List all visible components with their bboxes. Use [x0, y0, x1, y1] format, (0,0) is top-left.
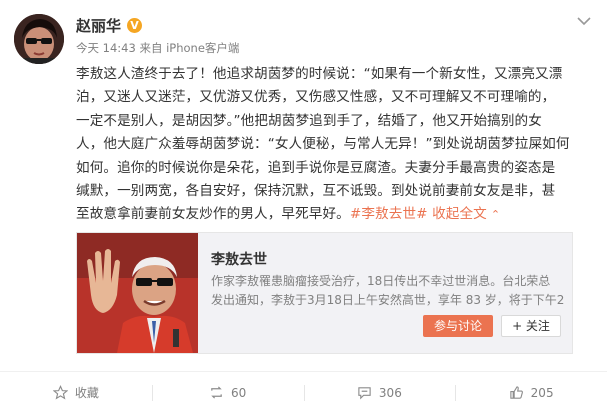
card-image[interactable]: [77, 233, 198, 353]
thumbs-up-icon: [509, 386, 523, 399]
post-text-line: 至故意拿前妻前女友炒作的男人，早死早好。: [76, 206, 350, 223]
card-description: 作家李敖罹患脑瘤接受治疗，18日传出不幸过世消息。台北荣总 发出通知，李敖于3月…: [211, 272, 565, 309]
action-bar: 收藏 60 306 205: [0, 372, 607, 413]
post-text-last-line: 至故意拿前妻前女友炒作的男人，早死早好。#李敖去世# 收起全文 ⌃: [76, 203, 586, 226]
card-desc-line: 作家李敖罹患脑瘤接受治疗，18日传出不幸过世消息。台北荣总: [211, 274, 551, 288]
post-header: 赵丽华 V 今天 14:43 来自 iPhone客户端: [76, 15, 567, 56]
comment-icon: [358, 387, 371, 400]
post-meta: 今天 14:43 来自 iPhone客户端: [76, 41, 240, 55]
favorite-label: 收藏: [74, 386, 99, 400]
like-button[interactable]: 205: [455, 372, 607, 413]
chevron-up-icon[interactable]: ⌃: [491, 203, 500, 226]
post-text-line: 人，他大庭广众羞辱胡茵梦说：“女人便秘，与常人无异！”到处说胡茵梦拉屎如何: [76, 136, 570, 153]
author-name[interactable]: 赵丽华: [76, 15, 121, 36]
like-count: 205: [530, 385, 554, 400]
verified-badge: V: [127, 17, 143, 33]
post-text-line: 李敖这人渣终于去了！他追求胡茵梦的时候说：“如果有一个新女性，又漂亮又漂: [76, 66, 563, 82]
repost-icon: [211, 386, 222, 399]
post-text: 李敖这人渣终于去了！他追求胡茵梦的时候说：“如果有一个新女性，又漂亮又漂 泊，又…: [76, 63, 586, 227]
more-chevron-icon[interactable]: [577, 16, 591, 26]
avatar[interactable]: [14, 14, 64, 64]
follow-button[interactable]: + 关注: [501, 315, 561, 337]
card-desc-line: 发出通知，李敖于3月18日上午安然高世，享年 83 岁，将于下午2: [211, 292, 565, 307]
post-text-line: 缄默，一别两宽，各自安好，保持沉默，互不诋毁。到处说前妻前女友是非，甚: [76, 183, 556, 200]
repost-button[interactable]: 60: [151, 372, 304, 413]
card-title[interactable]: 李敖去世: [211, 249, 267, 269]
post-text-line: 泊，又迷人又迷茫，又优游又优秀，又伤感又性感，又不可理解又不可理喻的，: [76, 89, 556, 106]
join-discussion-button[interactable]: 参与讨论: [423, 315, 493, 337]
comment-button[interactable]: 306: [303, 372, 456, 413]
star-icon: [52, 385, 68, 400]
post-text-line: 一定不是别人，是胡因梦。”他把胡茵梦追到手了，结婚了，他又开始搞别的女: [76, 112, 542, 129]
post-text-line: 如何。追你的时候说你是朵花，追到手说你是豆腐渣。夫妻分手最高贵的姿态是: [76, 159, 556, 176]
hashtag-link[interactable]: #李敖去世#: [350, 206, 428, 222]
comment-count: 306: [378, 385, 402, 400]
topic-card[interactable]: 李敖去世 作家李敖罹患脑瘤接受治疗，18日传出不幸过世消息。台北荣总 发出通知，…: [76, 232, 573, 354]
favorite-button[interactable]: 收藏: [0, 372, 152, 413]
repost-count: 60: [230, 385, 247, 400]
collapse-full-text-link[interactable]: 收起全文: [432, 206, 487, 222]
